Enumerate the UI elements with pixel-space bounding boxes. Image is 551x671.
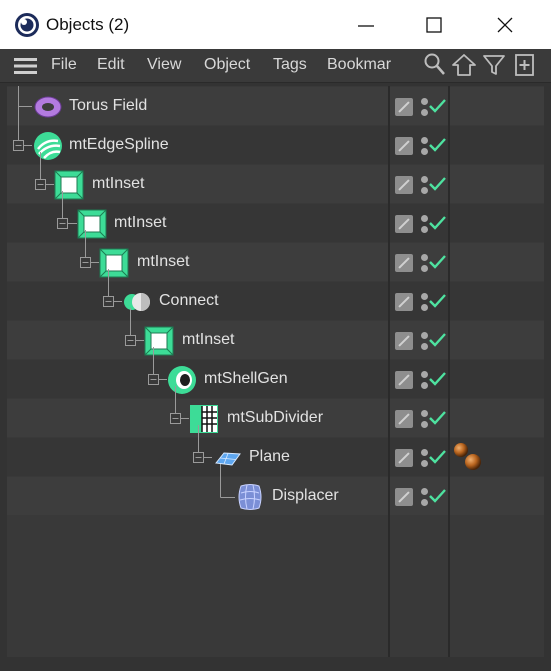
objects-window: Objects (2) File Edit View Object Tags B… — [0, 0, 551, 671]
hierarchy-lines — [13, 86, 235, 498]
